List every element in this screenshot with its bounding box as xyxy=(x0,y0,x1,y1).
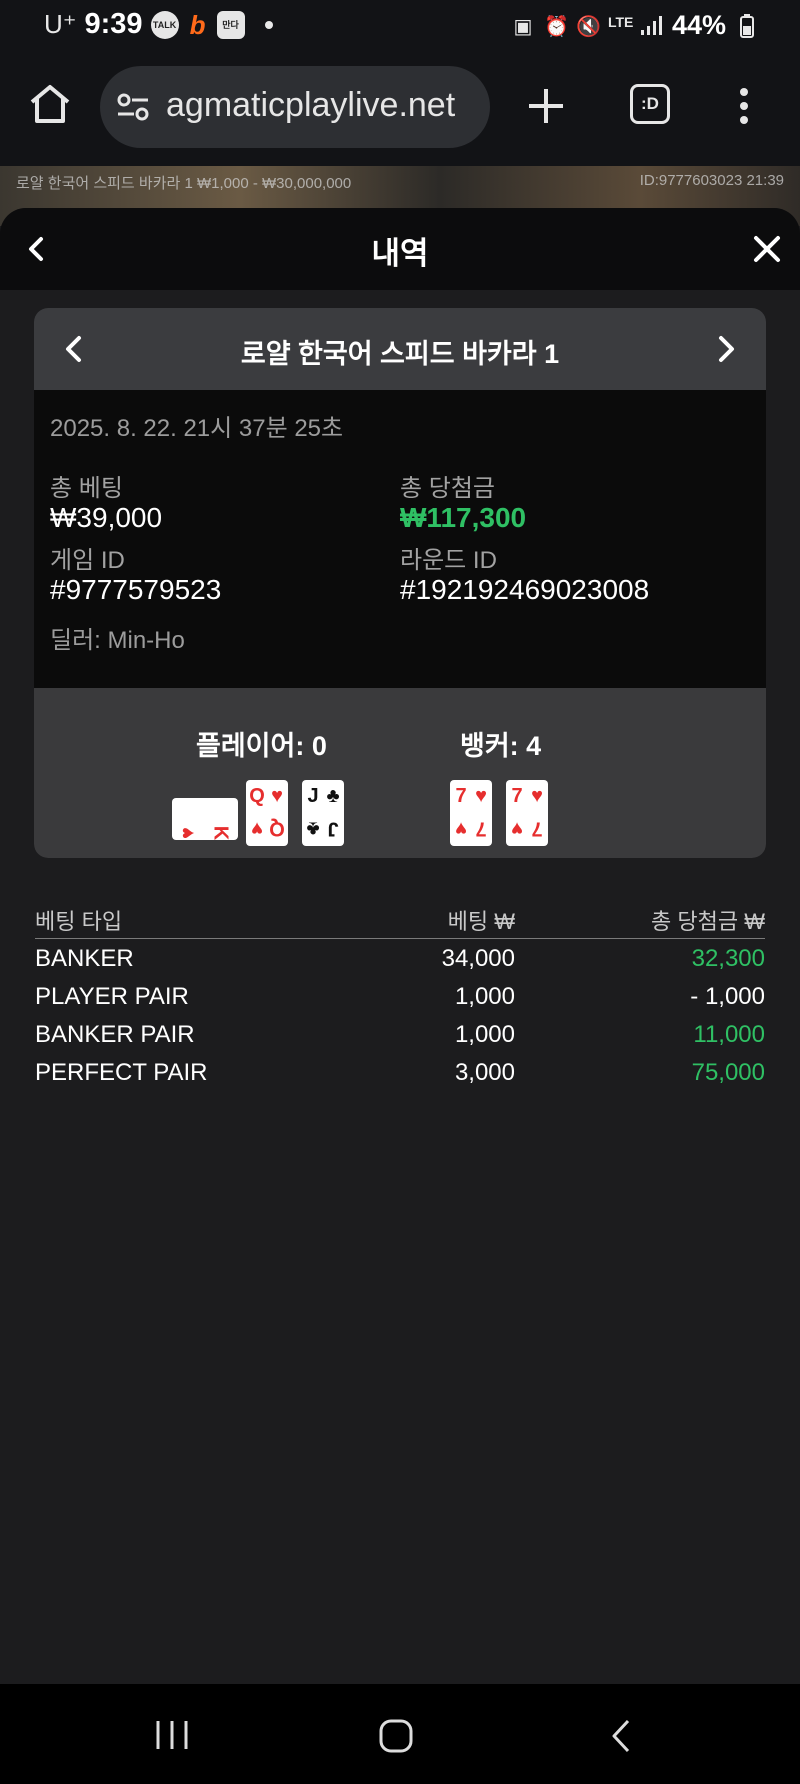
bet-type: BANKER xyxy=(35,945,134,972)
new-tab-plus-icon[interactable] xyxy=(526,86,566,126)
alarm-icon: ⏰ xyxy=(543,15,569,38)
card-corner-bottom: J xyxy=(327,818,338,840)
win-amount: - 1,000 xyxy=(690,983,765,1010)
home-nav-icon[interactable] xyxy=(378,1718,414,1754)
table-row: PLAYER PAIR 1,000 - 1,000 xyxy=(35,977,765,1015)
round-datetime: 2025. 8. 22. 21시 37분 25초 xyxy=(50,415,344,442)
total-win-value: ₩117,300 xyxy=(400,502,527,533)
card-corner-top: ♥ xyxy=(475,785,487,807)
address-bar[interactable]: agmaticplaylive.net xyxy=(100,66,490,148)
card-corner-bottom: 7 xyxy=(475,818,486,840)
player-card-1: K♥K♥ xyxy=(172,798,238,840)
bet-amount: 34,000 xyxy=(441,945,515,972)
background-game-title: 로얄 한국어 스피드 바카라 1 ₩1,000 - ₩30,000,000 xyxy=(16,175,352,192)
url-text: agmaticplaylive.net xyxy=(166,86,456,124)
total-bet-value: ₩39,000 xyxy=(50,502,163,533)
sheet-title: 내역 xyxy=(371,236,429,271)
b-app-icon: b xyxy=(189,9,206,40)
banker-card-1: 7 ♥ 7 ♥ xyxy=(450,780,492,846)
win-amount: 75,000 xyxy=(691,1059,765,1086)
history-sheet: 내역 로얄 한국어 스피드 바카라 1 2025. 8. 22. 21시 37분… xyxy=(0,208,800,1684)
game-name: 로얄 한국어 스피드 바카라 1 xyxy=(240,339,560,369)
bet-table-header: 베팅 타입 베팅 ₩ 총 당첨금 ₩ xyxy=(35,898,765,939)
browser-menu-icon[interactable] xyxy=(738,88,750,128)
round-info: 2025. 8. 22. 21시 37분 25초 총 베팅 ₩39,000 총 … xyxy=(34,390,766,654)
more-notifications-dot-icon xyxy=(264,20,273,29)
bet-type: BANKER PAIR xyxy=(35,1021,195,1048)
browser-toolbar: agmaticplaylive.net :D xyxy=(0,52,800,166)
status-time: 9:39 xyxy=(84,8,143,40)
app-notification-icon: 만다 xyxy=(216,10,245,39)
card-corner-top: ♥ xyxy=(177,827,199,839)
lte-icon: LTE xyxy=(607,13,634,30)
player-card-3: J ♣ J ♣ xyxy=(302,780,344,846)
header-bet-type: 베팅 타입 xyxy=(35,909,123,934)
sheet-header: 내역 xyxy=(0,208,800,290)
bet-type: PLAYER PAIR xyxy=(35,983,189,1010)
round-id-label: 라운드 ID xyxy=(400,547,497,574)
card-corner-bottom: ♥ xyxy=(511,818,523,840)
header-total-win: 총 당첨금 ₩ xyxy=(651,909,765,934)
round-detail-card: 로얄 한국어 스피드 바카라 1 2025. 8. 22. 21시 37분 25… xyxy=(34,308,766,858)
next-round-chevron-icon[interactable] xyxy=(710,334,740,364)
card-corner-top: ♥ xyxy=(271,785,283,807)
mute-icon: 🔇 xyxy=(575,15,601,38)
round-result: 플레이어: 0 뱅커: 4 K♥K♥ Q♥Q♥ J♣J♣ 7♥7♥ 7♥7♥ xyxy=(34,688,766,858)
card-corner-bottom: ♥ xyxy=(251,818,263,840)
card-corner-bottom: K xyxy=(210,826,232,840)
banker-score: 뱅커: 4 xyxy=(460,731,542,761)
dealer-name: 딜러: Min-Ho xyxy=(50,627,185,654)
player-score: 플레이어: 0 xyxy=(196,731,327,761)
home-icon[interactable] xyxy=(28,82,72,126)
site-settings-icon[interactable] xyxy=(116,90,150,124)
battery-icon xyxy=(736,13,758,38)
total-win-label: 총 당첨금 xyxy=(400,475,495,502)
table-row: PERFECT PAIR 3,000 75,000 xyxy=(35,1053,765,1091)
card-corner-top: J xyxy=(307,785,318,807)
system-navigation-bar xyxy=(0,1684,800,1784)
game-id-label: 게임 ID xyxy=(50,547,125,574)
win-amount: 11,000 xyxy=(693,1021,765,1048)
card-corner-top: Q xyxy=(249,785,265,807)
card-corner-top: ♣ xyxy=(326,785,339,807)
card-corner-bottom: Q xyxy=(269,818,285,840)
signal-icon xyxy=(640,14,662,38)
status-bar: U⁺ 9:39 TALK b 만다 ▣ ⏰ 🔇 LTE 44% xyxy=(0,0,800,52)
round-id-value: #192192469023008 xyxy=(400,574,650,605)
total-bet-label: 총 베팅 xyxy=(50,475,123,502)
card-corner-top: ♥ xyxy=(531,785,543,807)
bet-table: 베팅 타입 베팅 ₩ 총 당첨금 ₩ BANKER 34,000 32,300 … xyxy=(35,898,765,1091)
bet-amount: 1,000 xyxy=(454,983,515,1010)
bet-amount: 3,000 xyxy=(454,1059,515,1086)
back-nav-icon[interactable] xyxy=(608,1718,634,1754)
close-icon[interactable] xyxy=(752,234,782,264)
table-row: BANKER PAIR 1,000 11,000 xyxy=(35,1015,765,1053)
background-game-id: ID:9777603023 21:39 xyxy=(639,172,784,189)
player-card-2: Q ♥ Q ♥ xyxy=(246,780,288,846)
card-corner-top: 7 xyxy=(511,785,522,807)
tab-switcher-button[interactable]: :D xyxy=(630,84,670,124)
recent-apps-icon[interactable] xyxy=(152,1718,192,1752)
banker-card-2: 7 ♥ 7 ♥ xyxy=(506,780,548,846)
battery-percentage: 44% xyxy=(671,10,726,40)
card-corner-bottom: 7 xyxy=(531,818,542,840)
header-bet-amount: 베팅 ₩ xyxy=(447,909,515,934)
win-amount: 32,300 xyxy=(691,945,765,972)
game-id-value: #9777579523 xyxy=(50,574,222,605)
card-corner-bottom: ♣ xyxy=(306,818,319,840)
bet-amount: 1,000 xyxy=(454,1021,515,1048)
round-header: 로얄 한국어 스피드 바카라 1 xyxy=(34,308,766,390)
card-corner-bottom: ♥ xyxy=(455,818,467,840)
nfc-icon: ▣ xyxy=(513,15,533,38)
carrier-label: U⁺ xyxy=(44,9,77,39)
bet-type: PERFECT PAIR xyxy=(35,1059,208,1086)
table-row: BANKER 34,000 32,300 xyxy=(35,939,765,977)
card-corner-top: 7 xyxy=(455,785,466,807)
kakaotalk-icon: TALK xyxy=(150,10,179,39)
